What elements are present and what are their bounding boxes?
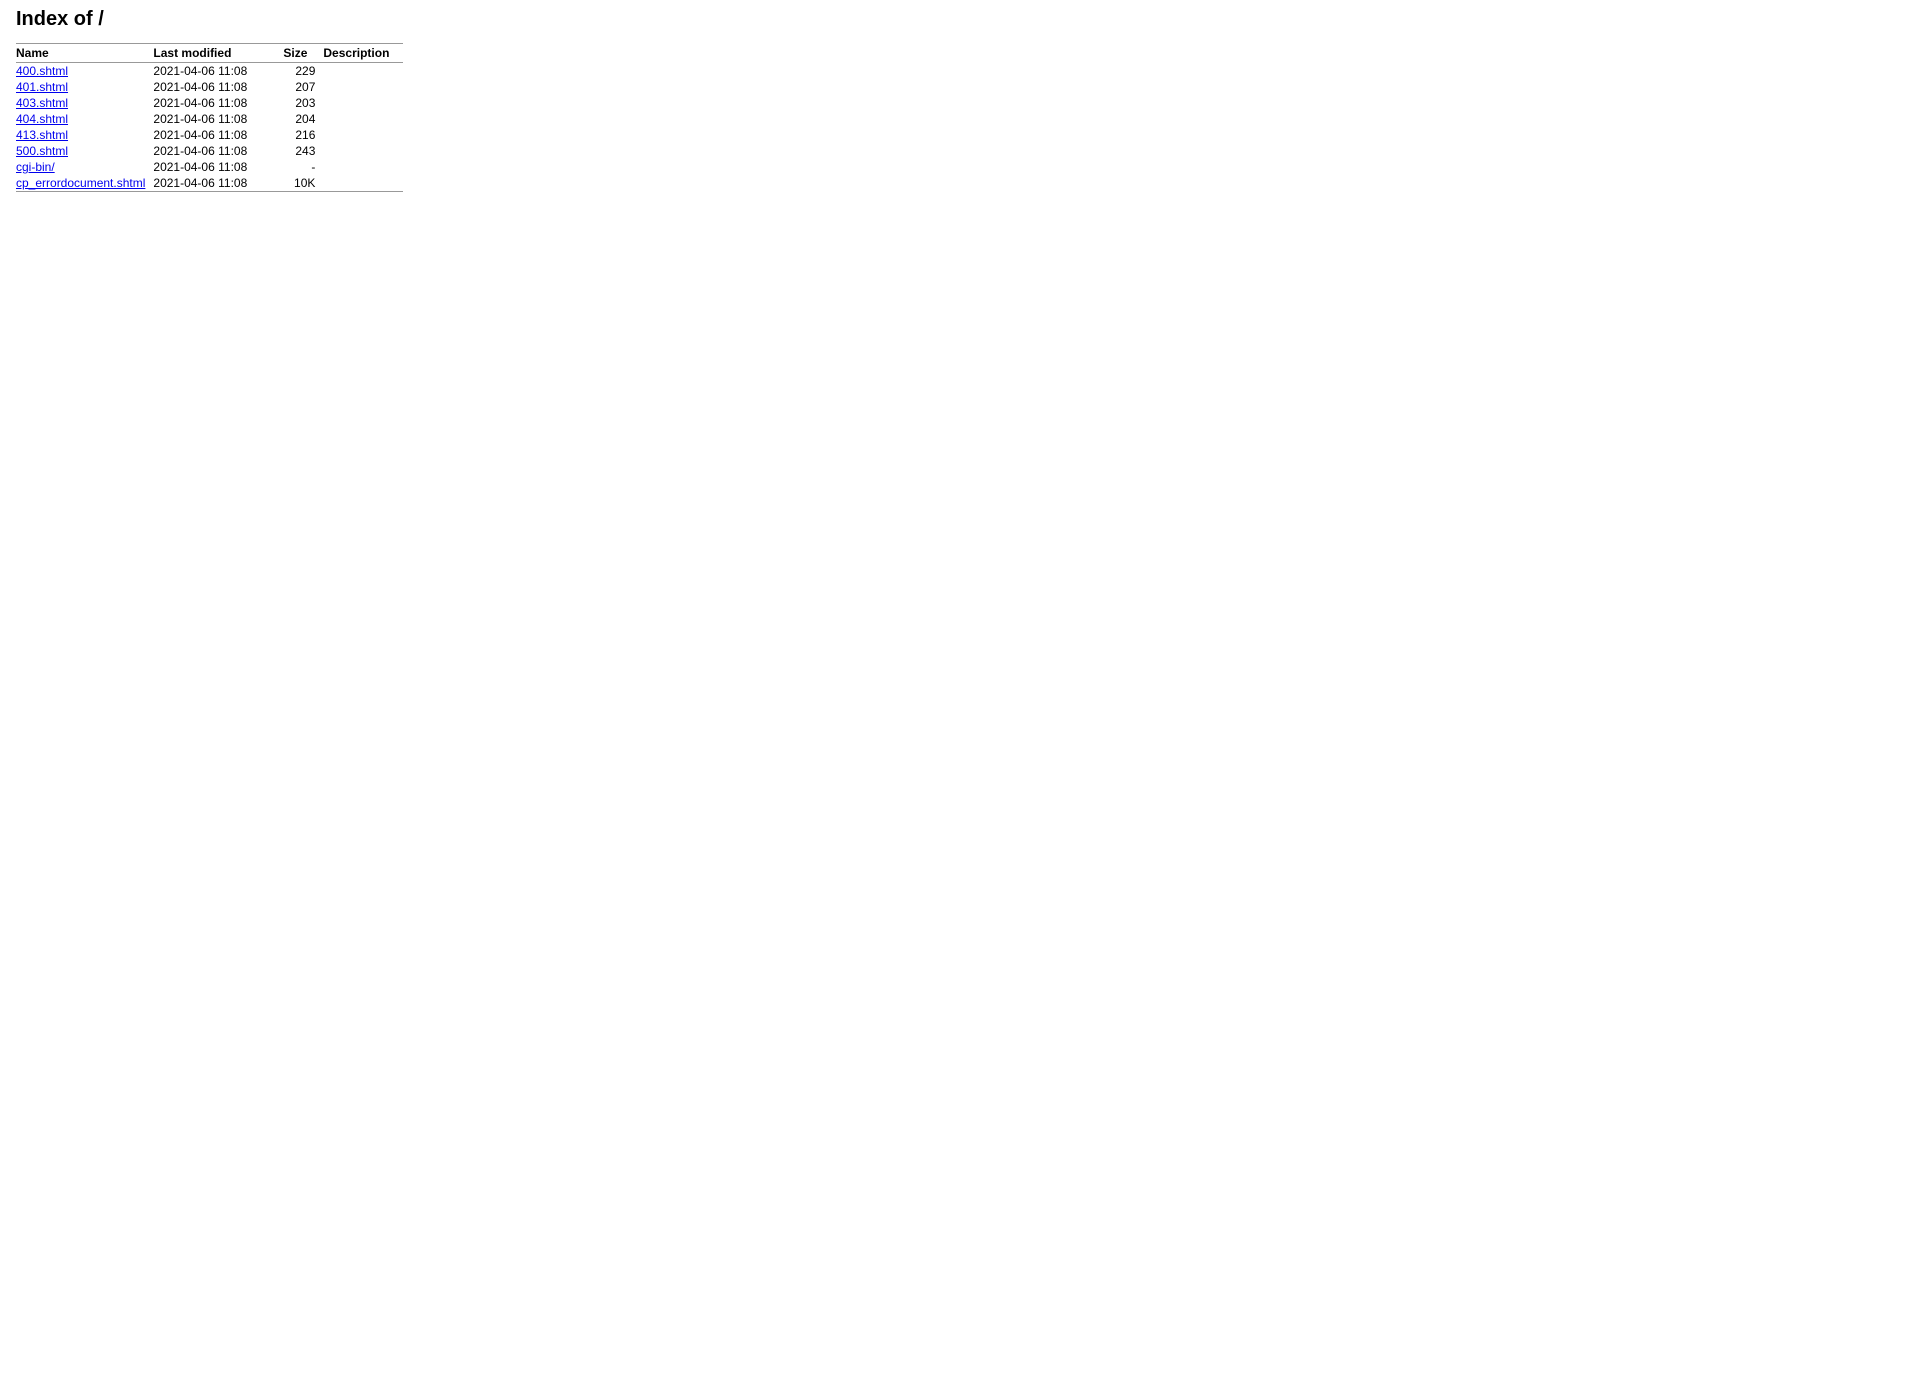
file-desc-cell (323, 63, 403, 80)
file-size-cell: 203 (283, 95, 323, 111)
file-date-cell: 2021-04-06 11:08 (153, 111, 283, 127)
table-header-row: Name Last modified Size Description (16, 44, 403, 63)
date-sort-link[interactable]: Last modified (153, 46, 231, 60)
file-name-cell: 404.shtml (16, 111, 153, 127)
file-desc-cell (323, 111, 403, 127)
file-desc-cell (323, 175, 403, 192)
file-link[interactable]: 413.shtml (16, 128, 68, 142)
file-link[interactable]: 401.shtml (16, 80, 68, 94)
col-header-description[interactable]: Description (323, 44, 403, 63)
file-name-cell: 403.shtml (16, 95, 153, 111)
file-size-cell: 207 (283, 79, 323, 95)
file-desc-cell (323, 159, 403, 175)
file-date-cell: 2021-04-06 11:08 (153, 95, 283, 111)
file-size-cell: 204 (283, 111, 323, 127)
name-sort-link[interactable]: Name (16, 46, 49, 60)
file-date-cell: 2021-04-06 11:08 (153, 127, 283, 143)
file-link[interactable]: 500.shtml (16, 144, 68, 158)
file-desc-cell (323, 143, 403, 159)
file-date-cell: 2021-04-06 11:08 (153, 175, 283, 192)
file-size-cell: - (283, 159, 323, 175)
file-size-cell: 243 (283, 143, 323, 159)
size-sort-link[interactable]: Size (283, 46, 307, 60)
file-size-cell: 10K (283, 175, 323, 192)
file-desc-cell (323, 127, 403, 143)
table-row: 413.shtml 2021-04-06 11:08216 (16, 127, 403, 143)
table-row: 404.shtml 2021-04-06 11:08204 (16, 111, 403, 127)
file-name-cell: cgi-bin/ (16, 159, 153, 175)
table-row: 403.shtml 2021-04-06 11:08203 (16, 95, 403, 111)
file-desc-cell (323, 79, 403, 95)
file-date-cell: 2021-04-06 11:08 (153, 143, 283, 159)
col-header-size[interactable]: Size (283, 44, 323, 63)
table-row: 500.shtml 2021-04-06 11:08243 (16, 143, 403, 159)
table-row: 401.shtml 2021-04-06 11:08207 (16, 79, 403, 95)
file-link[interactable]: 403.shtml (16, 96, 68, 110)
col-header-last-modified[interactable]: Last modified (153, 44, 283, 63)
table-row: cgi-bin/2021-04-06 11:08- (16, 159, 403, 175)
file-name-cell: 400.shtml (16, 63, 153, 80)
file-date-cell: 2021-04-06 11:08 (153, 63, 283, 80)
file-size-cell: 229 (283, 63, 323, 80)
page-title: Index of / (16, 8, 1904, 31)
file-name-cell: 401.shtml (16, 79, 153, 95)
desc-sort-link[interactable]: Description (323, 46, 389, 60)
file-name-cell: 413.shtml (16, 127, 153, 143)
col-header-name[interactable]: Name (16, 44, 153, 63)
file-desc-cell (323, 95, 403, 111)
file-link[interactable]: 400.shtml (16, 64, 68, 78)
file-size-cell: 216 (283, 127, 323, 143)
file-link[interactable]: cp_errordocument.shtml (16, 176, 145, 190)
file-date-cell: 2021-04-06 11:08 (153, 79, 283, 95)
file-listing-table: Name Last modified Size Description 400.… (16, 43, 403, 192)
file-name-cell: cp_errordocument.shtml (16, 175, 153, 192)
file-name-cell: 500.shtml (16, 143, 153, 159)
file-date-cell: 2021-04-06 11:08 (153, 159, 283, 175)
table-row: 400.shtml 2021-04-06 11:08229 (16, 63, 403, 80)
file-link[interactable]: 404.shtml (16, 112, 68, 126)
file-link[interactable]: cgi-bin/ (16, 160, 55, 174)
table-row: cp_errordocument.shtml 2021-04-06 11:0810… (16, 175, 403, 192)
